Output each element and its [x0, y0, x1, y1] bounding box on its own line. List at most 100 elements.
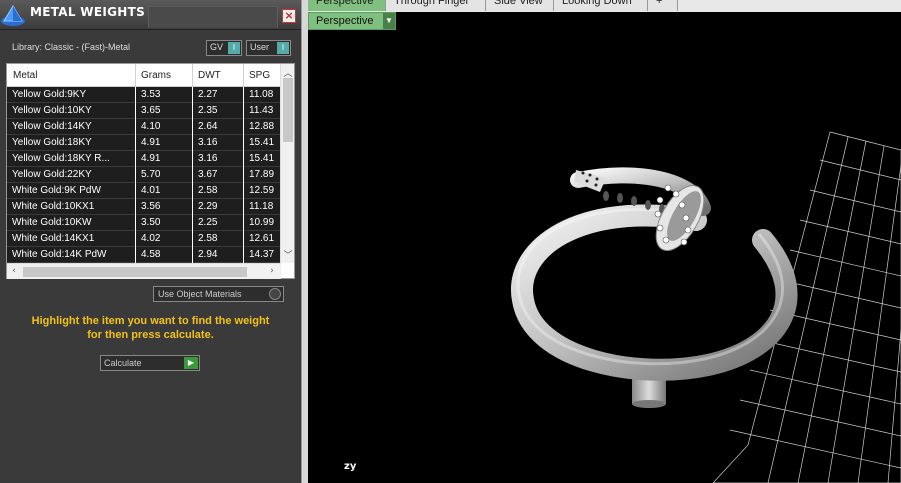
- view-tabs-bar: Perspective Through Finger Side View Loo…: [308, 0, 901, 12]
- cell-spg: 15.41: [249, 153, 275, 164]
- cell-metal: Yellow Gold:14KY: [12, 121, 92, 132]
- cell-grams: 4.02: [141, 233, 161, 244]
- axis-indicator: zy: [344, 461, 357, 472]
- cell-grams: 3.53: [141, 89, 161, 100]
- cell-dwt: 2.35: [198, 105, 218, 116]
- cell-dwt: 2.27: [198, 89, 218, 100]
- scroll-left-icon[interactable]: ‹: [7, 266, 21, 276]
- table-row[interactable]: Yellow Gold:9KY 3.53 2.27 11.08: [7, 87, 281, 103]
- vertical-scroll-thumb[interactable]: [283, 78, 293, 142]
- cell-grams: 4.91: [141, 153, 161, 164]
- cell-metal: White Gold:14KX1: [12, 233, 95, 244]
- table-row[interactable]: White Gold:14K PdW 4.58 2.94 14.37: [7, 247, 281, 263]
- add-tab-button[interactable]: +: [648, 0, 678, 11]
- cell-dwt: 2.64: [198, 121, 218, 132]
- cell-dwt: 2.58: [198, 185, 218, 196]
- scene-canvas[interactable]: [308, 30, 901, 483]
- cell-spg: 10.99: [249, 217, 275, 228]
- cell-grams: 4.10: [141, 121, 161, 132]
- tab-through-finger[interactable]: Through Finger: [386, 0, 486, 11]
- table-row[interactable]: White Gold:14KX1 4.02 2.58 12.61: [7, 231, 281, 247]
- table-row[interactable]: White Gold:10KW 3.50 2.25 10.99: [7, 215, 281, 231]
- cell-metal: Yellow Gold:10KY: [12, 105, 92, 116]
- cell-dwt: 3.16: [198, 137, 218, 148]
- calculate-button[interactable]: Calculate ▶: [100, 355, 200, 371]
- gv-label: GV: [210, 42, 224, 52]
- panel-title: METAL WEIGHTS: [30, 5, 146, 19]
- cell-metal: Yellow Gold:18KY: [12, 137, 92, 148]
- table-row[interactable]: White Gold:10KX1 3.56 2.29 11.18: [7, 199, 281, 215]
- use-object-materials-label: Use Object Materials: [158, 289, 242, 299]
- metal-weights-panel: METAL WEIGHTS × Library: Classic - (Fast…: [0, 0, 301, 483]
- ring-model: [511, 167, 798, 381]
- table-row[interactable]: White Gold:9K PdW 4.01 2.58 12.59: [7, 183, 281, 199]
- table-header: Metal Grams DWT SPG: [7, 64, 281, 87]
- tab-looking-down[interactable]: Looking Down: [554, 0, 648, 11]
- cell-grams: 4.91: [141, 137, 161, 148]
- table-row[interactable]: Yellow Gold:22KY 5.70 3.67 17.89: [7, 167, 281, 183]
- instruction-text: Highlight the item you want to find the …: [10, 314, 291, 342]
- cell-metal: White Gold:10KW: [12, 217, 92, 228]
- radio-toggle-icon[interactable]: [269, 288, 281, 300]
- use-object-materials-toggle[interactable]: Use Object Materials: [153, 286, 284, 302]
- cell-grams: 3.50: [141, 217, 161, 228]
- cell-dwt: 2.25: [198, 217, 218, 228]
- col-header-spg[interactable]: SPG: [249, 70, 270, 81]
- horizontal-scroll-thumb[interactable]: [23, 267, 247, 277]
- table-row[interactable]: Yellow Gold:18KY R... 4.91 3.16 15.41: [7, 151, 281, 167]
- col-header-metal[interactable]: Metal: [13, 70, 37, 81]
- cell-metal: Yellow Gold:22KY: [12, 169, 92, 180]
- cell-grams: 4.58: [141, 249, 161, 260]
- view-dropdown[interactable]: Perspective ▼: [308, 12, 396, 30]
- scroll-right-icon[interactable]: ›: [265, 266, 279, 276]
- table-row[interactable]: Yellow Gold:14KY 4.10 2.64 12.88: [7, 119, 281, 135]
- user-label: User: [250, 42, 270, 52]
- cell-spg: 11.43: [249, 105, 274, 116]
- tab-perspective[interactable]: Perspective: [308, 0, 386, 11]
- play-arrow-icon: ▶: [184, 357, 198, 369]
- col-header-grams[interactable]: Grams: [141, 70, 171, 81]
- cell-metal: White Gold:14K PdW: [12, 249, 107, 260]
- cell-spg: 15.41: [249, 137, 275, 148]
- calculate-label: Calculate: [104, 358, 142, 368]
- chevron-down-icon: ▼: [383, 13, 395, 29]
- user-toggle[interactable]: User I: [246, 40, 291, 56]
- title-tab-area: [148, 6, 278, 28]
- app-logo-icon: [1, 5, 25, 26]
- cell-metal: White Gold:10KX1: [12, 201, 95, 212]
- table-row[interactable]: Yellow Gold:10KY 3.65 2.35 11.43: [7, 103, 281, 119]
- cell-spg: 11.18: [249, 201, 274, 212]
- scroll-down-icon[interactable]: ﹀: [281, 248, 295, 261]
- cell-spg: 14.37: [249, 249, 275, 260]
- instruction-line-1: Highlight the item you want to find the …: [31, 315, 270, 327]
- cell-grams: 3.56: [141, 201, 161, 212]
- vertical-scrollbar[interactable]: ︿ ﹀: [280, 64, 294, 263]
- cell-spg: 12.88: [249, 121, 275, 132]
- cell-spg: 12.59: [249, 185, 275, 196]
- table-body: Yellow Gold:9KY 3.53 2.27 11.08 Yellow Gold:…: [7, 87, 281, 263]
- panel-title-bar: METAL WEIGHTS ×: [0, 0, 301, 30]
- cell-spg: 12.61: [249, 233, 275, 244]
- cell-spg: 11.08: [249, 89, 274, 100]
- 3d-viewport[interactable]: Perspective Through Finger Side View Loo…: [308, 0, 901, 483]
- table-row[interactable]: Yellow Gold:18KY 4.91 3.16 15.41: [7, 135, 281, 151]
- cell-dwt: 3.67: [198, 169, 218, 180]
- cell-grams: 4.01: [141, 185, 161, 196]
- gv-toggle[interactable]: GV I: [206, 40, 242, 56]
- view-dropdown-label: Perspective: [316, 15, 374, 27]
- cell-dwt: 2.29: [198, 201, 218, 212]
- tab-side-view[interactable]: Side View: [486, 0, 554, 11]
- col-header-dwt[interactable]: DWT: [198, 70, 221, 81]
- panel-divider[interactable]: [301, 0, 308, 483]
- instruction-line-2: for then press calculate.: [87, 329, 214, 341]
- cell-grams: 5.70: [141, 169, 161, 180]
- cell-metal: Yellow Gold:9KY: [12, 89, 87, 100]
- library-label: Library: Classic - (Fast)-Metal: [12, 42, 131, 52]
- cell-spg: 17.89: [249, 169, 275, 180]
- cell-dwt: 3.16: [198, 153, 218, 164]
- horizontal-scrollbar[interactable]: ‹ ›: [7, 263, 281, 279]
- cell-dwt: 2.94: [198, 249, 218, 260]
- user-toggle-icon: I: [277, 42, 289, 54]
- metal-table: Metal Grams DWT SPG Yellow Gold:9KY 3.53 2…: [6, 63, 295, 279]
- close-button[interactable]: ×: [282, 9, 296, 23]
